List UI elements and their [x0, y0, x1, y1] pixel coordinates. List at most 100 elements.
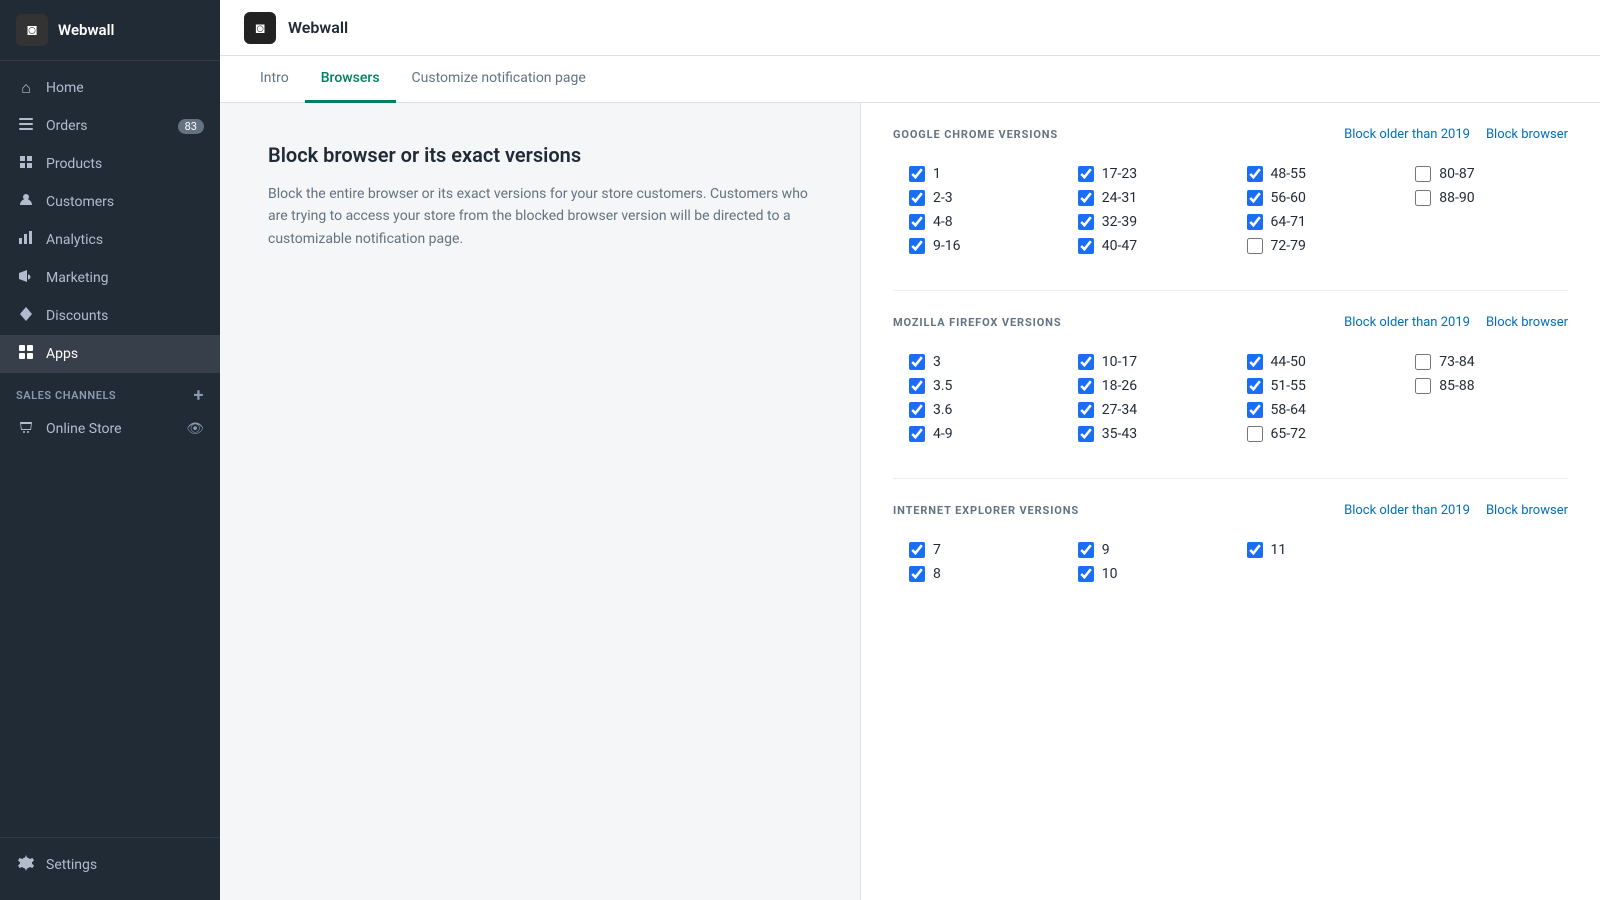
add-sales-channel-button[interactable]: + [194, 385, 204, 406]
version-item: 10 [1078, 566, 1231, 582]
chrome-block-older-link[interactable]: Block older than 2019 [1344, 127, 1470, 142]
version-item: 32-39 [1078, 214, 1231, 230]
version-label: 64-71 [1271, 214, 1306, 230]
version-label: 3.5 [933, 378, 952, 394]
firefox-block-older-link[interactable]: Block older than 2019 [1344, 315, 1470, 330]
ie-block-older-link[interactable]: Block older than 2019 [1344, 503, 1470, 518]
version-checkbox[interactable] [1247, 238, 1263, 254]
divider-2 [893, 478, 1568, 479]
app-logo-icon: ◙ [244, 12, 276, 44]
version-checkbox[interactable] [909, 166, 925, 182]
version-checkbox[interactable] [1415, 354, 1431, 370]
version-label: 7 [933, 542, 941, 558]
version-item: 8 [909, 566, 1062, 582]
version-item: 7 [909, 542, 1062, 558]
version-label: 73-84 [1439, 354, 1474, 370]
version-label: 44-50 [1271, 354, 1306, 370]
version-label: 72-79 [1271, 238, 1306, 254]
version-checkbox[interactable] [1247, 378, 1263, 394]
version-checkbox[interactable] [1078, 214, 1094, 230]
panel-title: Block browser or its exact versions [268, 143, 812, 167]
version-checkbox[interactable] [1078, 426, 1094, 442]
main-area: ◙ Webwall Intro Browsers Customize notif… [220, 0, 1600, 900]
sidebar-item-label: Orders [46, 118, 88, 134]
version-checkbox[interactable] [909, 378, 925, 394]
version-checkbox[interactable] [1247, 542, 1263, 558]
version-checkbox[interactable] [1415, 166, 1431, 182]
version-checkbox[interactable] [909, 354, 925, 370]
version-checkbox[interactable] [1415, 378, 1431, 394]
version-item: 65-72 [1247, 426, 1400, 442]
version-item: 64-71 [1247, 214, 1400, 230]
tab-intro[interactable]: Intro [244, 56, 305, 103]
version-item: 88-90 [1415, 190, 1568, 206]
sidebar-item-discounts[interactable]: Discounts [0, 297, 220, 335]
ie-versions-grid: 7 9 11 8 10 [893, 542, 1568, 582]
firefox-block-browser-link[interactable]: Block browser [1486, 315, 1568, 330]
version-checkbox[interactable] [1078, 402, 1094, 418]
sidebar-item-online-store[interactable]: Online Store 👁 [0, 410, 220, 448]
sidebar-item-orders[interactable]: Orders 83 [0, 107, 220, 145]
version-checkbox[interactable] [1247, 426, 1263, 442]
tab-browsers[interactable]: Browsers [305, 56, 396, 103]
version-item: 72-79 [1247, 238, 1400, 254]
sidebar-item-analytics[interactable]: Analytics [0, 221, 220, 259]
version-item: 85-88 [1415, 378, 1568, 394]
version-checkbox[interactable] [1078, 378, 1094, 394]
version-label: 80-87 [1439, 166, 1474, 182]
sidebar-item-label: Marketing [46, 270, 109, 286]
version-item-empty [1415, 238, 1568, 254]
version-checkbox[interactable] [1078, 354, 1094, 370]
version-item: 9-16 [909, 238, 1062, 254]
version-checkbox[interactable] [909, 214, 925, 230]
version-checkbox[interactable] [1247, 166, 1263, 182]
firefox-section: MOZILLA FIREFOX VERSIONS Block older tha… [893, 315, 1568, 442]
version-checkbox[interactable] [909, 238, 925, 254]
orders-icon [16, 116, 36, 136]
version-item: 4-8 [909, 214, 1062, 230]
version-checkbox[interactable] [1078, 166, 1094, 182]
version-checkbox[interactable] [1415, 190, 1431, 206]
panel-description: Block the entire browser or its exact ve… [268, 183, 812, 250]
app-header: ◙ Webwall [220, 0, 1600, 56]
sidebar-item-apps[interactable]: Apps [0, 335, 220, 373]
sidebar-logo-text: Webwall [58, 21, 114, 39]
version-checkbox[interactable] [1078, 238, 1094, 254]
version-checkbox[interactable] [1247, 190, 1263, 206]
content-area: Block browser or its exact versions Bloc… [220, 103, 1600, 900]
sidebar-item-settings[interactable]: Settings [0, 846, 220, 884]
sidebar-item-marketing[interactable]: Marketing [0, 259, 220, 297]
tab-customize[interactable]: Customize notification page [396, 56, 602, 103]
version-item: 9 [1078, 542, 1231, 558]
ie-actions: Block older than 2019 Block browser [1344, 503, 1568, 518]
sidebar-item-products[interactable]: Products [0, 145, 220, 183]
chrome-section-title: GOOGLE CHROME VERSIONS [893, 128, 1058, 141]
app-title: Webwall [288, 18, 348, 37]
version-checkbox[interactable] [1247, 214, 1263, 230]
ie-header: INTERNET EXPLORER VERSIONS Block older t… [893, 503, 1568, 526]
sidebar-item-customers[interactable]: Customers [0, 183, 220, 221]
version-label: 11 [1271, 542, 1287, 558]
version-item-empty [1415, 542, 1568, 558]
online-store-eye-icon: 👁 [186, 421, 204, 437]
version-checkbox[interactable] [909, 190, 925, 206]
ie-block-browser-link[interactable]: Block browser [1486, 503, 1568, 518]
version-checkbox[interactable] [1078, 566, 1094, 582]
version-checkbox[interactable] [1247, 402, 1263, 418]
version-checkbox[interactable] [1078, 542, 1094, 558]
version-item: 73-84 [1415, 354, 1568, 370]
settings-icon [16, 855, 36, 875]
version-checkbox[interactable] [1078, 190, 1094, 206]
version-checkbox[interactable] [909, 402, 925, 418]
right-panel: GOOGLE CHROME VERSIONS Block older than … [860, 103, 1600, 900]
version-checkbox[interactable] [1247, 354, 1263, 370]
chrome-block-browser-link[interactable]: Block browser [1486, 127, 1568, 142]
version-checkbox[interactable] [909, 426, 925, 442]
version-checkbox[interactable] [909, 566, 925, 582]
sidebar-bottom: Settings [0, 837, 220, 900]
sales-channels-label: SALES CHANNELS [16, 389, 116, 402]
sidebar-item-home[interactable]: ⌂ Home [0, 69, 220, 107]
version-checkbox[interactable] [909, 542, 925, 558]
version-item: 4-9 [909, 426, 1062, 442]
version-label: 40-47 [1102, 238, 1137, 254]
